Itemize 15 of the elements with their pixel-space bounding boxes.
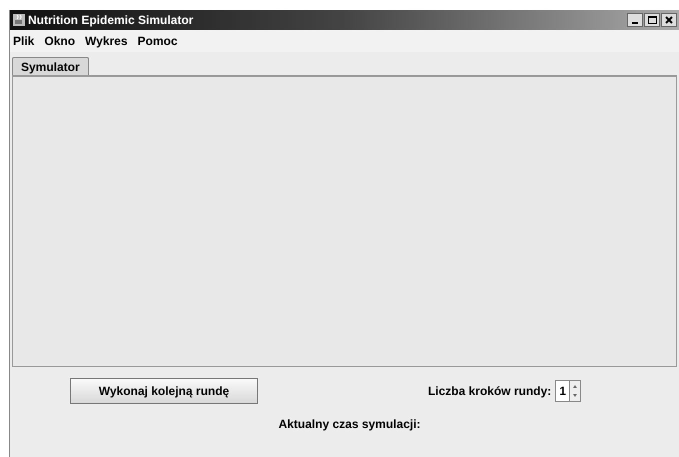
menu-item[interactable]: Pomoc: [138, 32, 178, 50]
minimize-button[interactable]: [627, 13, 643, 27]
close-icon: [665, 16, 673, 24]
steps-spinner[interactable]: 1: [555, 380, 581, 402]
close-button[interactable]: [661, 13, 677, 27]
simulation-time-label: Aktualny czas symulacji:: [278, 416, 421, 433]
menu-item[interactable]: Okno: [44, 32, 76, 50]
run-round-button[interactable]: Wykonaj kolejną rundę: [70, 378, 258, 404]
steps-label: Liczba kroków rundy:: [428, 383, 552, 400]
menu-item[interactable]: Plik: [13, 32, 34, 50]
coffee-cup-icon: [12, 13, 26, 27]
tab[interactable]: Symulator: [12, 57, 89, 75]
window-title: Nutrition Epidemic Simulator: [28, 12, 194, 29]
menu-item[interactable]: Wykres: [85, 32, 128, 50]
maximize-button[interactable]: [644, 13, 660, 27]
